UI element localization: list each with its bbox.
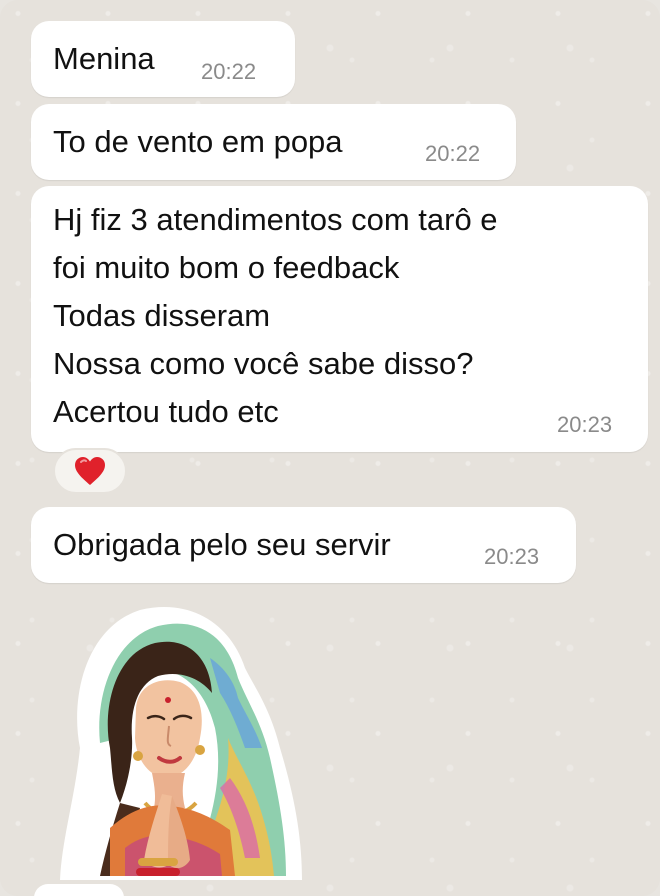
message-time: 20:23	[484, 544, 540, 569]
message-text: To de vento em popa	[53, 124, 343, 159]
message-bubble[interactable]: Menina 20:22	[31, 21, 295, 97]
praying-woman-sticker[interactable]	[40, 598, 310, 882]
red-heart-icon	[75, 457, 105, 485]
message-bubble[interactable]: Hj fiz 3 atendimentos com tarô e foi mui…	[31, 186, 648, 452]
message-bubble[interactable]: Obrigada pelo seu servir 20:23	[31, 507, 576, 583]
chat-view: Menina 20:22 To de vento em popa 20:22 H…	[0, 0, 660, 896]
message-reaction[interactable]	[53, 448, 127, 494]
message-time: 20:22	[201, 59, 257, 84]
message-text: Obrigada pelo seu servir	[53, 527, 391, 562]
partial-message-bubble	[34, 884, 124, 896]
message-bubble[interactable]: To de vento em popa 20:22	[31, 104, 516, 180]
message-time: 20:23	[557, 412, 613, 437]
message-text: Hj fiz 3 atendimentos com tarô e foi mui…	[53, 202, 498, 429]
message-text: Menina	[53, 41, 155, 76]
message-time: 20:22	[425, 141, 481, 166]
